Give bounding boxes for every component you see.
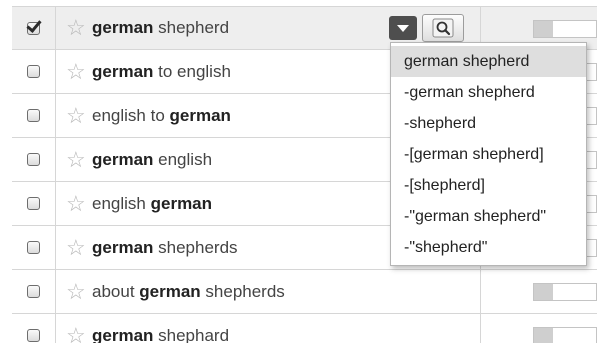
row-checkbox[interactable]	[27, 197, 40, 210]
checkbox-cell	[12, 50, 56, 93]
checkbox-cell	[12, 138, 56, 181]
checkbox-cell	[12, 314, 56, 343]
keyword-results-panel: ☆ german shepherd ☆ german to english ☆ …	[0, 0, 597, 343]
volume-bar	[533, 283, 597, 301]
keyword-text: german shepherds	[92, 237, 238, 257]
row-checkbox[interactable]	[27, 329, 40, 342]
keyword-highlight: german	[92, 149, 154, 169]
column-divider	[480, 270, 481, 313]
keyword-row-8[interactable]: ☆ german shephard	[12, 314, 597, 343]
dropdown-option[interactable]: -shepherd	[391, 108, 586, 139]
keyword-text: about german shepherds	[92, 281, 285, 301]
star-icon[interactable]: ☆	[66, 104, 92, 127]
volume-bar-fill	[534, 284, 553, 300]
keyword-highlight: german	[92, 18, 154, 37]
volume-bar	[533, 327, 597, 343]
star-icon[interactable]: ☆	[66, 17, 92, 39]
row-checkbox-checked[interactable]	[27, 21, 40, 35]
volume-bar-fill	[534, 328, 553, 343]
keyword-row-7[interactable]: ☆ about german shepherds	[12, 270, 597, 314]
keyword-highlight: german	[139, 281, 201, 301]
magnifier-icon	[432, 18, 454, 38]
keyword-text: german shephard	[92, 325, 230, 343]
checkbox-cell	[12, 94, 56, 137]
star-icon[interactable]: ☆	[66, 236, 92, 259]
chevron-down-icon[interactable]	[389, 16, 417, 40]
row-checkbox[interactable]	[27, 241, 40, 254]
column-divider	[480, 314, 481, 343]
star-icon[interactable]: ☆	[66, 60, 92, 83]
dropdown-option[interactable]: -[german shepherd]	[391, 139, 586, 170]
row-checkbox[interactable]	[27, 285, 40, 298]
dropdown-option-selected[interactable]: german shepherd	[391, 46, 586, 77]
keyword-highlight: german	[92, 237, 154, 257]
star-icon[interactable]: ☆	[66, 280, 92, 303]
keyword-text: english german	[92, 193, 213, 213]
keyword-text: german english	[92, 149, 213, 169]
keyword-text: german to english	[92, 61, 231, 81]
keyword-highlight: german	[169, 105, 231, 125]
keyword-text: german shepherd	[92, 18, 230, 37]
keyword-highlight: german	[150, 193, 213, 213]
row-checkbox[interactable]	[27, 109, 40, 122]
checkbox-cell	[12, 226, 56, 269]
dropdown-option[interactable]: -"shepherd"	[391, 232, 586, 263]
row-checkbox[interactable]	[27, 153, 40, 166]
volume-bar	[533, 20, 597, 38]
dropdown-option[interactable]: -german shepherd	[391, 77, 586, 108]
volume-bar-fill	[534, 21, 553, 37]
search-button[interactable]	[422, 14, 464, 42]
keyword-text: english to german	[92, 105, 231, 125]
checkbox-cell	[12, 182, 56, 225]
checkbox-cell	[12, 7, 56, 49]
star-icon[interactable]: ☆	[66, 324, 92, 343]
star-icon[interactable]: ☆	[66, 148, 92, 171]
star-icon[interactable]: ☆	[66, 192, 92, 215]
match-type-dropdown: german shepherd -german shepherd -shephe…	[390, 42, 587, 266]
keyword-highlight: german	[92, 61, 154, 81]
checkbox-cell	[12, 270, 56, 313]
row-checkbox[interactable]	[27, 65, 40, 78]
keyword-highlight: german	[92, 325, 154, 343]
dropdown-option[interactable]: -[shepherd]	[391, 170, 586, 201]
dropdown-option[interactable]: -"german shepherd"	[391, 201, 586, 232]
